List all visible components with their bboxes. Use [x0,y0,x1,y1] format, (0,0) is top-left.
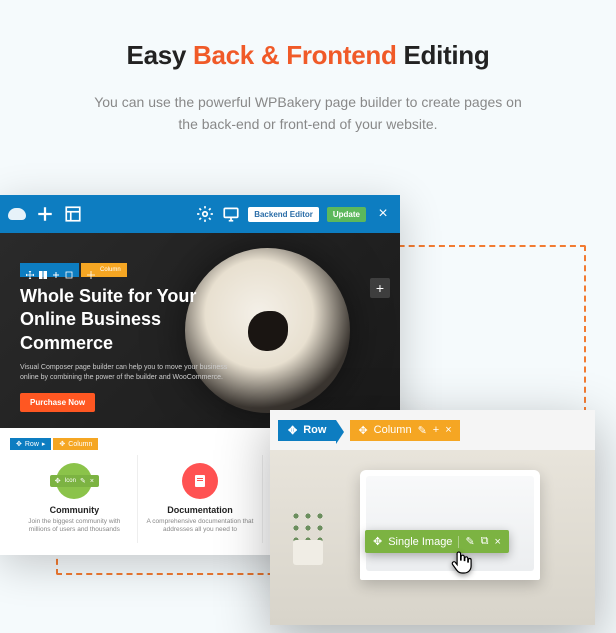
row-label: Row [25,441,39,448]
page-title: Easy Back & Frontend Editing [50,40,566,71]
popup-toolbar: ✥ Row ✥ Column ✎ + × [270,410,595,450]
move-icon: ✥ [16,440,22,448]
move-icon: ✥ [358,424,367,437]
update-button[interactable]: Update [327,207,366,222]
pencil-icon[interactable]: ✎ [465,535,474,548]
element-hover-chip[interactable]: ✥ Icon ✎ × [50,475,99,487]
editor-popup: ✥ Row ✥ Column ✎ + × ✥ Single Image ✎ ⧉ … [270,410,595,625]
hand-cursor-icon [448,550,474,576]
plus-icon [52,266,60,274]
add-element-button[interactable]: + [370,278,390,298]
title-accent: Back & Frontend [193,40,397,70]
topbar-left [8,205,82,223]
move-icon: ✥ [55,477,61,485]
move-icon: ✥ [288,424,297,437]
move-icon: ✥ [373,535,382,548]
title-post: Editing [397,40,490,70]
row-control[interactable]: ✥ Row [278,420,336,441]
close-icon[interactable]: × [374,205,392,223]
copy-icon[interactable]: ⧉ [481,535,489,548]
move-icon: ✥ [59,440,65,448]
column-label: Column [100,267,121,273]
column-control[interactable]: ✥ Column ✎ + × [350,420,459,441]
row-chip[interactable]: ✥ Row ▸ [10,438,51,450]
column-label: Column [374,424,412,436]
row-control-bar[interactable] [20,263,79,277]
single-image-label: Single Image [388,536,452,548]
move-icon [87,266,95,274]
layout-icon [39,266,47,274]
card-community: ✥ Icon ✎ × Community Join the biggest co… [12,455,138,543]
column-label: Column [68,441,92,448]
close-icon[interactable]: × [445,424,451,436]
add-element-icon[interactable] [36,205,54,223]
close-icon: × [90,478,94,485]
card-desc: Join the biggest community with millions… [18,518,131,535]
backend-editor-button[interactable]: Backend Editor [248,207,319,222]
move-icon [26,266,34,274]
close-icon[interactable]: × [495,536,501,548]
page-subtitle: You can use the powerful WPBakery page b… [50,91,566,136]
decorative-plant [285,510,330,565]
card-title: Documentation [144,505,257,515]
gear-icon[interactable] [196,205,214,223]
row-label: Row [303,424,326,436]
page-header: Easy Back & Frontend Editing You can use… [0,0,616,156]
topbar-right: Backend Editor Update × [196,205,392,223]
editor-topbar: Backend Editor Update × [0,195,400,233]
purchase-button[interactable]: Purchase Now [20,393,95,412]
hero-title: Whole Suite for Your Online Business Com… [20,285,240,355]
pencil-icon[interactable]: ✎ [418,424,427,437]
column-control-bar[interactable]: Column [81,263,127,277]
hero-description: Visual Composer page builder can help yo… [20,363,230,383]
chevron-right-icon: ▸ [42,440,46,448]
title-pre: Easy [127,40,193,70]
pencil-icon: ✎ [80,477,86,485]
documentation-icon [182,463,218,499]
wpbakery-logo-icon [8,205,26,223]
column-chip[interactable]: ✥ Column [53,438,98,450]
plus-icon[interactable]: + [433,424,439,436]
card-documentation: Documentation A comprehensive documentat… [138,455,264,543]
card-title: Community [18,505,131,515]
template-icon[interactable] [64,205,82,223]
community-icon: ✥ Icon ✎ × [56,463,92,499]
layout-icon [65,266,73,274]
single-image-chip[interactable]: ✥ Single Image ✎ ⧉ × [365,530,509,553]
card-desc: A comprehensive documentation that addre… [144,518,257,535]
separator [458,536,459,548]
hero-section: Column Whole Suite for Your Online Busin… [0,233,400,428]
monitor-icon[interactable] [222,205,240,223]
popup-canvas: ✥ Single Image ✎ ⧉ × [270,450,595,625]
